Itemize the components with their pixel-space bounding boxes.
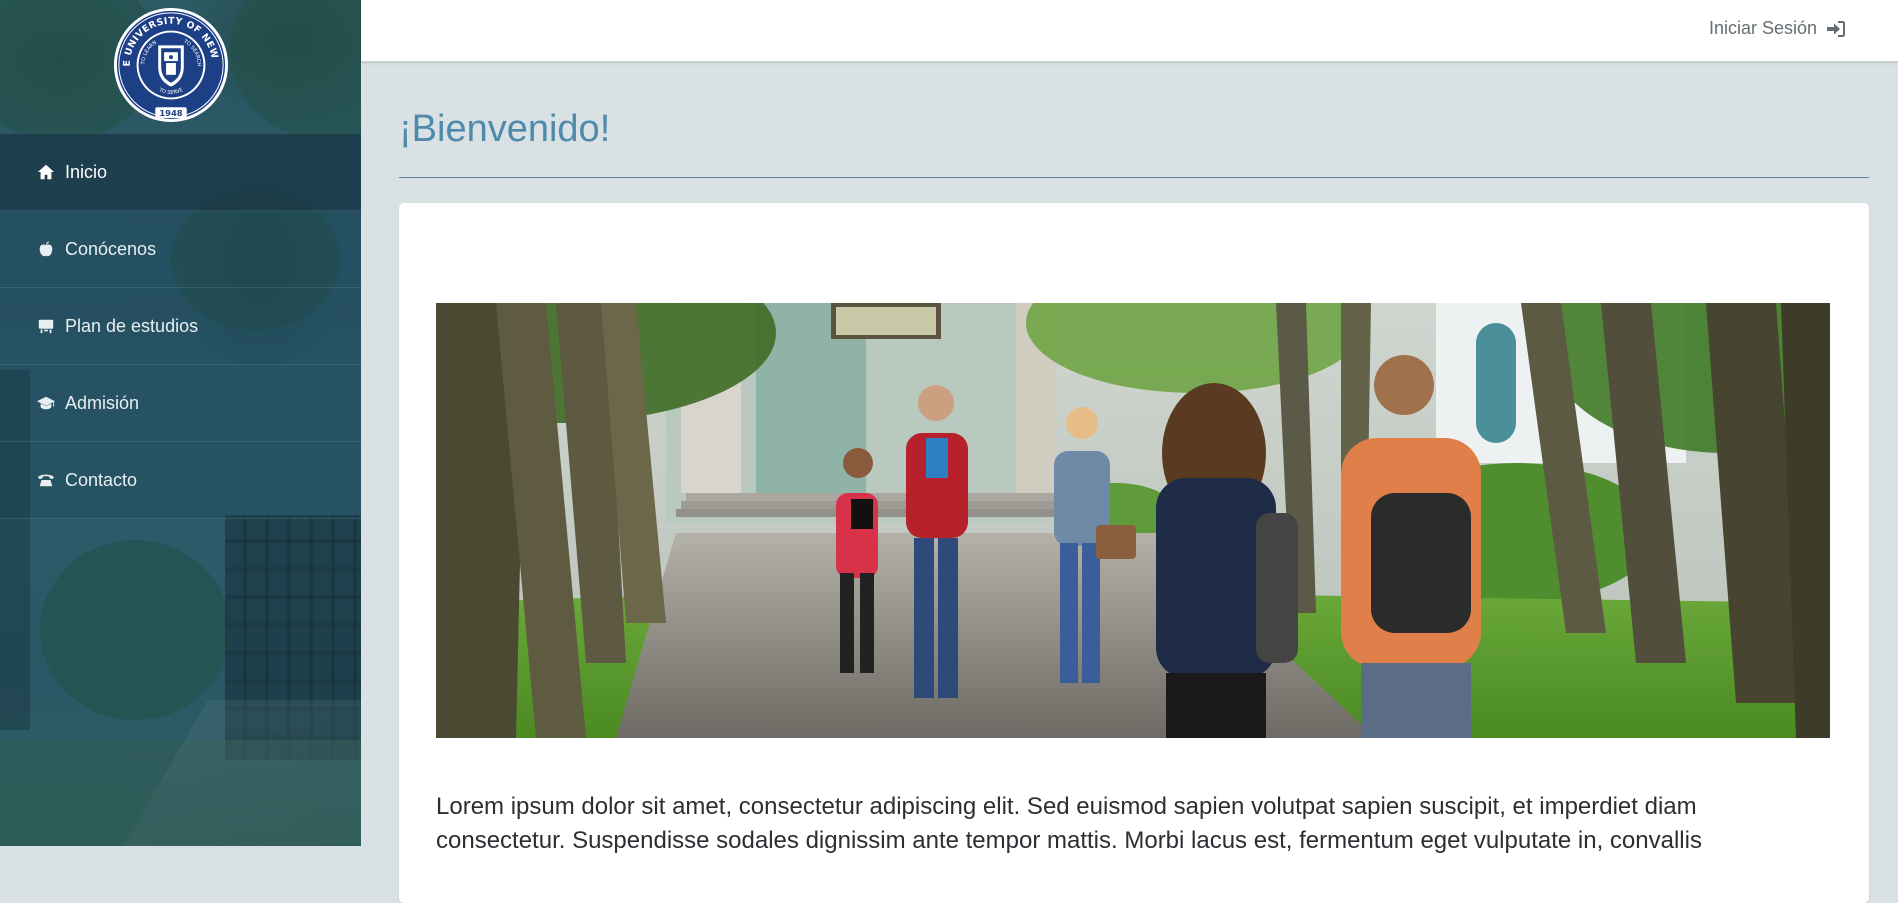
sidebar-item-label: Inicio: [65, 161, 108, 182]
sidebar-item-inicio[interactable]: Inicio: [0, 134, 361, 211]
sidebar-item-contacto[interactable]: Contacto: [0, 442, 361, 519]
login-link[interactable]: Iniciar Sesión: [1709, 18, 1846, 39]
seal-icon: STATE UNIVERSITY OF NEW YORK TO LEARN TO…: [108, 0, 229, 123]
blackboard-icon: [36, 316, 56, 336]
campus-photo: [436, 303, 1830, 738]
sidebar-item-label: Conócenos: [65, 238, 157, 259]
sidebar-item-label: Admisión: [65, 392, 140, 413]
sidebar-item-admision[interactable]: Admisión: [0, 365, 361, 442]
sidebar-nav: Inicio Conócenos Plan de estudios Admisi…: [0, 134, 361, 519]
content-card: Lorem ipsum dolor sit amet, consectetur …: [399, 203, 1869, 903]
sidebar-item-plan-de-estudios[interactable]: Plan de estudios: [0, 288, 361, 365]
apple-icon: [36, 239, 56, 259]
background-tree: [230, 0, 361, 140]
sidebar: STATE UNIVERSITY OF NEW YORK TO LEARN TO…: [0, 0, 361, 846]
login-label: Iniciar Sesión: [1708, 18, 1817, 38]
seal-year: 1948: [159, 108, 182, 118]
page-title: ¡Bienvenido!: [399, 108, 611, 150]
sign-in-icon: [1826, 19, 1846, 39]
background-tree: [40, 540, 230, 720]
sidebar-item-label: Contacto: [65, 469, 138, 490]
sidebar-item-conocenos[interactable]: Conócenos: [0, 211, 361, 288]
university-seal-logo[interactable]: STATE UNIVERSITY OF NEW YORK TO LEARN TO…: [108, 0, 230, 124]
home-icon: [36, 162, 56, 182]
sidebar-item-label: Plan de estudios: [65, 315, 199, 336]
top-bar: Iniciar Sesión: [361, 0, 1898, 62]
phone-icon: [36, 470, 56, 490]
body-paragraph: Lorem ipsum dolor sit amet, consectetur …: [436, 793, 1702, 854]
campus-hero-image: [436, 303, 1830, 738]
graduation-cap-icon: [36, 393, 56, 413]
title-divider: [399, 177, 1869, 178]
